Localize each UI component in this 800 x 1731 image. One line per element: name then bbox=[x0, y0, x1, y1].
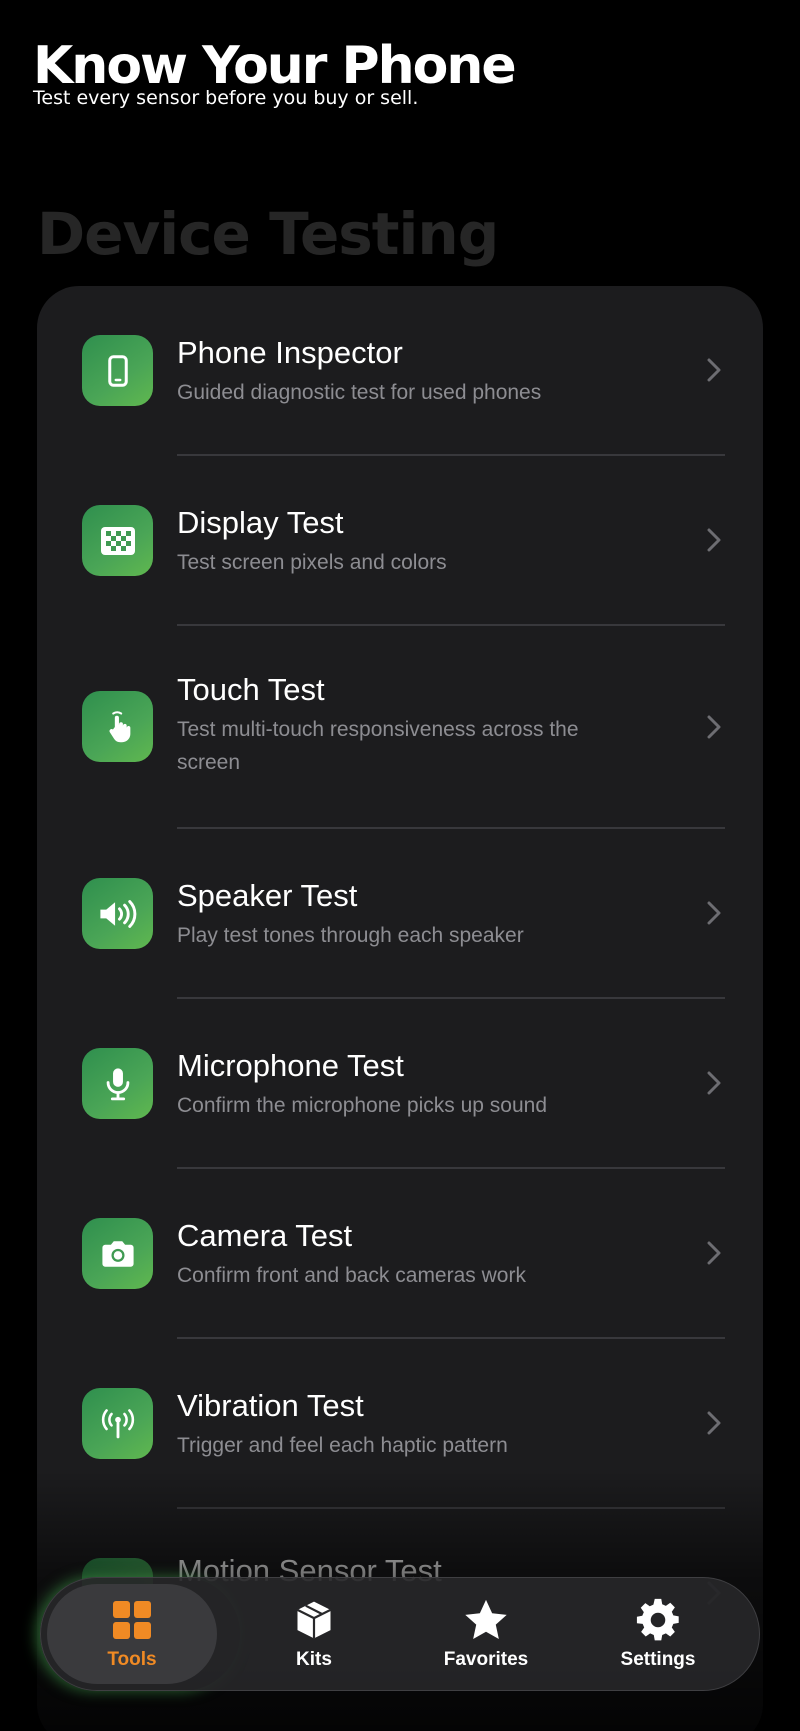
tool-subtitle: Confirm the microphone picks up sound bbox=[177, 1094, 548, 1117]
tool-subtitle: Trigger and feel each haptic pattern bbox=[177, 1434, 508, 1457]
chevron-right-icon bbox=[703, 1068, 725, 1098]
app-header: Know Your Phone Test every sensor before… bbox=[33, 36, 517, 108]
phone-icon bbox=[82, 335, 153, 406]
tool-subtitle: Guided diagnostic test for used phones bbox=[177, 381, 542, 404]
chevron-right-icon bbox=[703, 355, 725, 385]
chevron-right-icon bbox=[703, 712, 725, 742]
hand-tap-icon bbox=[82, 691, 153, 762]
tab-label: Favorites bbox=[443, 1649, 529, 1670]
speaker-icon bbox=[82, 878, 153, 949]
tool-row-display-test[interactable]: Display Test Test screen pixels and colo… bbox=[37, 456, 763, 624]
tool-subtitle: Test multi-touch responsiveness across t… bbox=[177, 718, 579, 774]
tool-row-speaker-test[interactable]: Speaker Test Play test tones through eac… bbox=[37, 829, 763, 997]
camera-icon bbox=[82, 1218, 153, 1289]
tab-bar: Tools Kits Favorites Settings bbox=[40, 1577, 760, 1691]
chevron-right-icon bbox=[703, 1408, 725, 1438]
gear-icon bbox=[635, 1597, 681, 1643]
tab-settings[interactable]: Settings bbox=[573, 1584, 743, 1684]
tool-subtitle: Play test tones through each speaker bbox=[177, 924, 524, 947]
tab-kits[interactable]: Kits bbox=[229, 1584, 399, 1684]
tool-row-microphone-test[interactable]: Microphone Test Confirm the microphone p… bbox=[37, 999, 763, 1167]
tools-list: Phone Inspector Guided diagnostic test f… bbox=[37, 286, 763, 1731]
tool-subtitle: Confirm front and back cameras work bbox=[177, 1264, 526, 1287]
chevron-right-icon bbox=[703, 525, 725, 555]
tool-title: Touch Test bbox=[177, 672, 325, 707]
tab-tools[interactable]: Tools bbox=[47, 1584, 217, 1684]
checkerboard-icon bbox=[82, 505, 153, 576]
chevron-right-icon bbox=[703, 898, 725, 928]
tool-row-vibration-test[interactable]: Vibration Test Trigger and feel each hap… bbox=[37, 1339, 763, 1507]
tool-row-camera-test[interactable]: Camera Test Confirm front and back camer… bbox=[37, 1169, 763, 1337]
grid-icon bbox=[109, 1597, 155, 1643]
tool-title: Speaker Test bbox=[177, 878, 358, 913]
vibration-icon bbox=[82, 1388, 153, 1459]
box-icon bbox=[291, 1597, 337, 1643]
tool-row-touch-test[interactable]: Touch Test Test multi-touch responsivene… bbox=[37, 626, 763, 828]
section-title: Device Testing bbox=[37, 200, 499, 268]
microphone-icon bbox=[82, 1048, 153, 1119]
tool-row-phone-inspector[interactable]: Phone Inspector Guided diagnostic test f… bbox=[37, 286, 763, 454]
tab-label: Settings bbox=[620, 1649, 696, 1670]
tool-title: Camera Test bbox=[177, 1218, 353, 1253]
tool-title: Vibration Test bbox=[177, 1388, 364, 1423]
tool-title: Phone Inspector bbox=[177, 335, 403, 370]
tool-title: Display Test bbox=[177, 505, 344, 540]
star-icon bbox=[463, 1597, 509, 1643]
tab-label: Tools bbox=[107, 1649, 157, 1670]
tool-title: Microphone Test bbox=[177, 1048, 404, 1083]
tab-label: Kits bbox=[296, 1649, 332, 1670]
tool-subtitle: Test screen pixels and colors bbox=[177, 551, 447, 574]
tab-favorites[interactable]: Favorites bbox=[401, 1584, 571, 1684]
chevron-right-icon bbox=[703, 1238, 725, 1268]
